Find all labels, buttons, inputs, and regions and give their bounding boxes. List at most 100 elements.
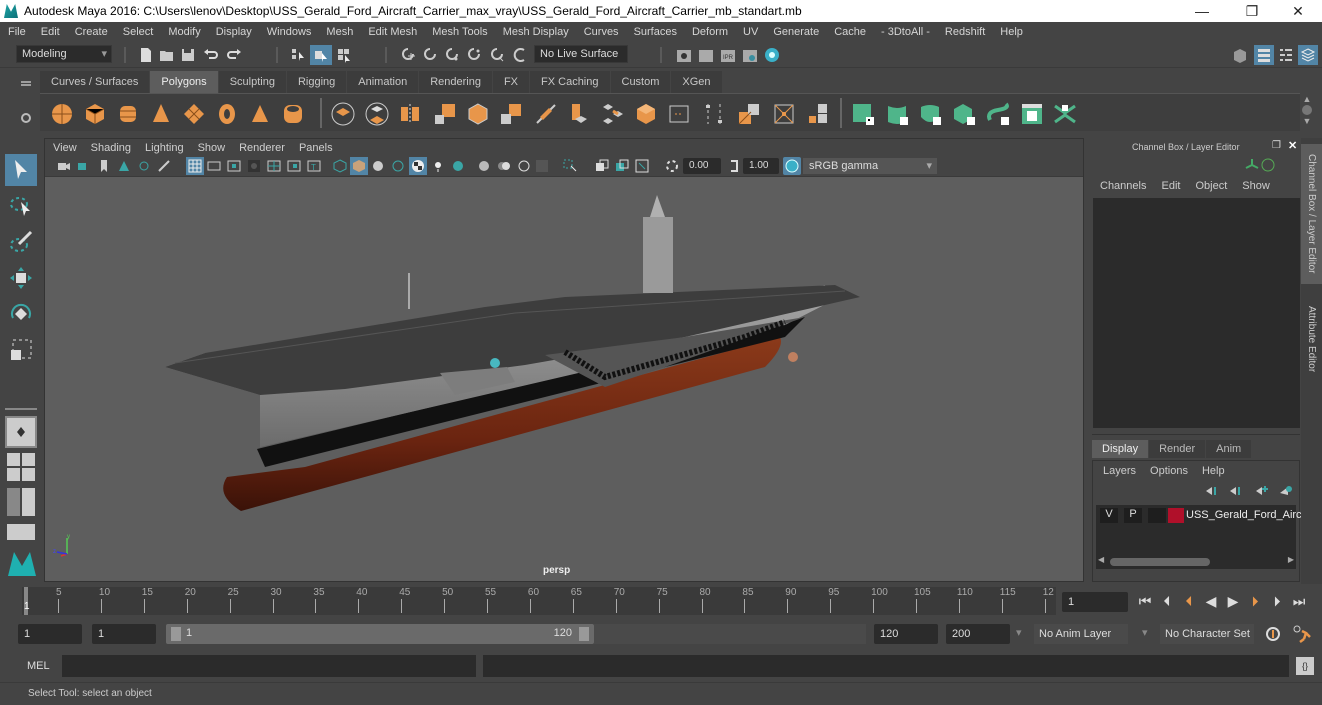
depth-of-field-icon[interactable] (535, 159, 549, 173)
move-tool[interactable] (5, 262, 37, 294)
viewport-menu-renderer[interactable]: Renderer (239, 142, 285, 154)
poly-cone-icon[interactable] (149, 102, 173, 126)
viewport-menu-view[interactable]: View (53, 142, 77, 154)
viewport-menu-shading[interactable]: Shading (91, 142, 131, 154)
film-gate-icon[interactable] (207, 159, 221, 173)
select-hierarchy-icon[interactable] (290, 47, 306, 63)
extrude-icon[interactable] (567, 102, 591, 126)
layer-playback-toggle[interactable]: P (1124, 508, 1142, 523)
menu-help[interactable]: Help (1000, 26, 1023, 38)
play-forwards-button[interactable]: ▶ (1224, 593, 1242, 610)
menu-modify[interactable]: Modify (168, 26, 200, 38)
step-back-frame-button[interactable]: ⏴ (1158, 593, 1176, 610)
snap-curve-icon[interactable] (422, 47, 438, 63)
range-slider[interactable]: 1 120 (166, 624, 594, 644)
snap-view-plane-icon[interactable] (466, 47, 482, 63)
shelf-tab-xgen[interactable]: XGen (671, 71, 723, 93)
menu-deform[interactable]: Deform (692, 26, 728, 38)
menu-mesh[interactable]: Mesh (326, 26, 353, 38)
script-editor-icon[interactable]: {} (1296, 657, 1314, 675)
scale-tool[interactable] (5, 334, 37, 366)
go-to-start-button[interactable]: ⏮ (1136, 593, 1154, 610)
render-view-icon[interactable] (676, 47, 692, 63)
close-button[interactable]: ✕ (1278, 0, 1318, 22)
time-ruler[interactable]: 1 5 10 15 20 25 30 35 40 45 50 55 60 65 70 75 80 85 90 95 1… (22, 587, 1056, 615)
layer-reference-toggle[interactable] (1148, 508, 1166, 523)
layer-color-swatch[interactable] (1168, 508, 1184, 523)
bookmark-icon[interactable] (97, 159, 111, 173)
poly-pyramid-icon[interactable] (248, 102, 272, 126)
uv-editor-icon[interactable] (1020, 102, 1044, 126)
undo-icon[interactable] (203, 47, 219, 63)
layers-menu[interactable]: Layers (1103, 465, 1136, 477)
layer-horizontal-scrollbar[interactable]: ◀ ▶ (1098, 555, 1294, 567)
shelf-tab-rendering[interactable]: Rendering (419, 71, 493, 93)
current-frame-field[interactable]: 1 (1062, 592, 1128, 612)
render-current-frame-icon[interactable] (698, 47, 714, 63)
new-scene-icon[interactable] (138, 47, 154, 63)
character-set-dropdown[interactable]: No Character Set (1160, 624, 1254, 644)
menu-select[interactable]: Select (123, 26, 154, 38)
camera-attributes-icon[interactable] (77, 159, 91, 173)
layer-row[interactable]: V P USS_Gerald_Ford_Airci (1096, 507, 1304, 525)
xray-joints-icon[interactable] (635, 159, 649, 173)
anim-layer-dropdown[interactable]: No Anim Layer (1034, 624, 1128, 644)
shelf-tab-custom[interactable]: Custom (610, 71, 672, 93)
shelf-tab-fx-caching[interactable]: FX Caching (530, 71, 611, 93)
menu-edit-mesh[interactable]: Edit Mesh (368, 26, 417, 38)
wireframe-on-shaded-icon[interactable] (391, 159, 405, 173)
xray-active-components-icon[interactable] (615, 159, 629, 173)
menu-surfaces[interactable]: Surfaces (634, 26, 677, 38)
edit-menu[interactable]: Edit (1161, 180, 1180, 192)
viewport-menu-lighting[interactable]: Lighting (145, 142, 184, 154)
safe-action-icon[interactable] (287, 159, 301, 173)
shelf-tab-fx[interactable]: FX (492, 71, 531, 93)
combine-icon[interactable] (331, 102, 355, 126)
render-settings-icon[interactable] (742, 47, 758, 63)
new-layer-selected-icon[interactable] (1279, 485, 1293, 497)
single-pane-layout[interactable] (5, 416, 37, 448)
smooth-icon[interactable] (433, 102, 457, 126)
unfold-uv-icon[interactable] (986, 102, 1010, 126)
channels-menu[interactable]: Channels (1100, 180, 1146, 192)
tool-settings-icon[interactable] (1278, 47, 1294, 63)
poly-pipe-icon[interactable] (281, 102, 305, 126)
close-panel-icon[interactable]: ✕ (1288, 139, 1300, 152)
shelf-tab-rigging[interactable]: Rigging (286, 71, 348, 93)
command-input[interactable] (62, 655, 476, 677)
mel-label[interactable]: MEL (27, 660, 50, 672)
make-live-icon[interactable] (512, 47, 528, 63)
open-scene-icon[interactable] (159, 47, 175, 63)
reduce-icon[interactable] (466, 102, 490, 126)
save-scene-icon[interactable] (180, 47, 196, 63)
rotate-tool[interactable] (5, 298, 37, 330)
menu-file[interactable]: File (8, 26, 26, 38)
planar-uv-icon[interactable] (851, 102, 875, 126)
color-management-toggle[interactable] (783, 157, 801, 175)
extract-icon[interactable] (806, 102, 830, 126)
channel-list[interactable] (1093, 198, 1300, 428)
poly-torus-icon[interactable] (215, 102, 239, 126)
menu-redshift[interactable]: Redshift (945, 26, 985, 38)
shelf-menu-icon[interactable] (20, 80, 32, 90)
grease-pencil-icon[interactable] (157, 159, 171, 173)
cylindrical-uv-icon[interactable] (885, 102, 909, 126)
menu-edit[interactable]: Edit (41, 26, 60, 38)
object-menu[interactable]: Object (1195, 180, 1227, 192)
gamma-icon[interactable] (727, 159, 741, 173)
use-default-material-icon[interactable] (371, 159, 385, 173)
gate-mask-icon[interactable] (247, 159, 261, 173)
step-forward-key-button[interactable]: ⏵ (1246, 593, 1264, 610)
exposure-icon[interactable] (665, 159, 679, 173)
color-space-dropdown[interactable]: sRGB gamma ▾ (803, 158, 937, 174)
spherical-uv-icon[interactable] (918, 102, 942, 126)
playback-end-field[interactable]: 120 (874, 624, 938, 644)
two-pane-layout[interactable] (7, 488, 35, 516)
maximize-button[interactable]: ❐ (1232, 0, 1272, 22)
multi-cut-icon[interactable] (534, 102, 558, 126)
scroll-thumb[interactable] (1302, 105, 1312, 115)
viewport-menu-panels[interactable]: Panels (299, 142, 333, 154)
shelf-tab-polygons[interactable]: Polygons (150, 71, 219, 93)
menu-mesh-display[interactable]: Mesh Display (503, 26, 569, 38)
four-pane-layout[interactable] (7, 453, 35, 481)
